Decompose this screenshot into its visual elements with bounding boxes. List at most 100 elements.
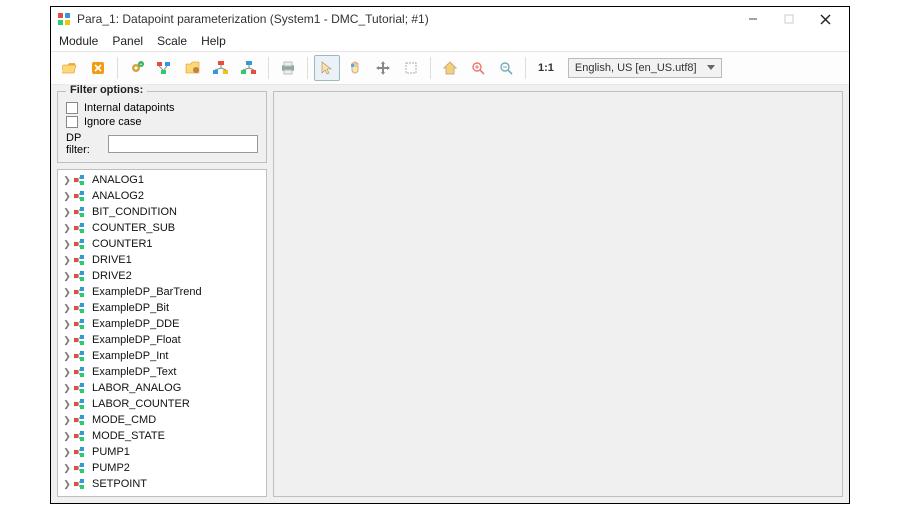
expand-icon: ❯ [62, 303, 72, 314]
scale-1to1-button[interactable]: 1:1 [532, 55, 560, 81]
menu-module[interactable]: Module [59, 34, 98, 48]
tree-node-label: LABOR_COUNTER [92, 398, 190, 410]
open-button[interactable] [57, 55, 83, 81]
minimize-button[interactable] [735, 7, 771, 31]
close-button[interactable] [807, 7, 843, 31]
tree-node[interactable]: ❯COUNTER_SUB [62, 220, 266, 236]
zoom-in-button[interactable] [465, 55, 491, 81]
checkbox-icon [66, 116, 78, 128]
menu-panel[interactable]: Panel [112, 34, 143, 48]
svg-text:+: + [140, 62, 143, 68]
menu-scale[interactable]: Scale [157, 34, 187, 48]
tree-node[interactable]: ❯ExampleDP_Float [62, 332, 266, 348]
maximize-button[interactable] [771, 7, 807, 31]
chevron-down-icon [697, 65, 715, 71]
zoom-in-icon [471, 61, 485, 75]
tree-node-label: DRIVE2 [92, 270, 132, 282]
tree-node-label: ExampleDP_Text [92, 366, 176, 378]
tree-node[interactable]: ❯ANALOG1 [62, 172, 266, 188]
datapoint-type-icon [74, 270, 90, 282]
datapoint-type-icon [74, 302, 90, 314]
expand-icon: ❯ [62, 191, 72, 202]
tree-node[interactable]: ❯MODE_STATE [62, 428, 266, 444]
language-select[interactable]: English, US [en_US.utf8] [568, 58, 722, 78]
datapoint-tree[interactable]: ❯ANALOG1❯ANALOG2❯BIT_CONDITION❯COUNTER_S… [57, 169, 267, 497]
zoom-out-icon [499, 61, 513, 75]
dp-tree-button[interactable] [152, 55, 178, 81]
tree-node[interactable]: ❯ExampleDP_Text [62, 364, 266, 380]
new-dp-button[interactable]: + [124, 55, 150, 81]
tree-node-label: ExampleDP_DDE [92, 318, 179, 330]
folder-open-icon [62, 61, 78, 75]
expand-icon: ❯ [62, 255, 72, 266]
tree-node[interactable]: ❯ExampleDP_Bit [62, 300, 266, 316]
content-area: Filter options: Internal datapoints Igno… [51, 85, 849, 503]
expand-icon: ❯ [62, 351, 72, 362]
tree-node[interactable]: ❯BIT_CONDITION [62, 204, 266, 220]
pointer-tool-button[interactable] [314, 55, 340, 81]
tree-node[interactable]: ❯LABOR_ANALOG [62, 380, 266, 396]
datapoint-type-icon [74, 446, 90, 458]
hand-tool-button[interactable] [342, 55, 368, 81]
hierarchy-edit-button[interactable] [208, 55, 234, 81]
close-panel-button[interactable] [85, 55, 111, 81]
tree-node[interactable]: ❯ PUMP1 [62, 444, 266, 460]
crop-icon [404, 61, 418, 75]
tree-node[interactable]: ❯PUMP2 [62, 460, 266, 476]
expand-icon: ❯ [62, 383, 72, 394]
tree-node[interactable]: ❯SETPOINT [62, 476, 266, 492]
menu-help[interactable]: Help [201, 34, 226, 48]
tree-node-label: MODE_STATE [92, 430, 165, 442]
tree-node[interactable]: ❯ LABOR_COUNTER [62, 396, 266, 412]
tree-node[interactable]: ❯MODE_CMD [62, 412, 266, 428]
print-button[interactable] [275, 55, 301, 81]
app-window: Para_1: Datapoint parameterization (Syst… [50, 6, 850, 504]
datapoint-type-icon [74, 462, 90, 474]
expand-icon: ❯ [62, 287, 72, 298]
move-icon [376, 61, 390, 75]
checkbox-icon [66, 102, 78, 114]
tree-node[interactable]: ❯ExampleDP_DDE [62, 316, 266, 332]
datapoint-type-icon [74, 286, 90, 298]
expand-icon: ❯ [62, 399, 72, 410]
datapoint-type-icon [74, 254, 90, 266]
expand-icon: ❯ [62, 239, 72, 250]
hand-icon [348, 61, 362, 75]
sidebar: Filter options: Internal datapoints Igno… [57, 91, 267, 497]
tree-node[interactable]: ❯ExampleDP_BarTrend [62, 284, 266, 300]
tree-node-label: SETPOINT [92, 478, 147, 490]
datapoint-type-icon [74, 398, 90, 410]
internal-datapoints-option[interactable]: Internal datapoints [66, 102, 258, 114]
filter-legend: Filter options: [66, 84, 147, 96]
datapoint-type-icon [74, 318, 90, 330]
zoom-out-button[interactable] [493, 55, 519, 81]
bulk-edit-button[interactable] [180, 55, 206, 81]
expand-icon: ❯ [62, 223, 72, 234]
home-view-button[interactable] [437, 55, 463, 81]
toolbar: + 1:1 English, US [en_US.utf8] [51, 51, 849, 85]
dp-filter-input[interactable] [108, 135, 258, 153]
tree-node[interactable]: ❯ANALOG2 [62, 188, 266, 204]
tree-node[interactable]: ❯COUNTER1 [62, 236, 266, 252]
expand-icon: ❯ [62, 463, 72, 474]
tree-node[interactable]: ❯DRIVE1 [62, 252, 266, 268]
dp-filter-label: DP filter: [66, 132, 104, 156]
hierarchy-view-button[interactable] [236, 55, 262, 81]
crop-tool-button[interactable] [398, 55, 424, 81]
folder-gear-icon [185, 61, 201, 75]
expand-icon: ❯ [62, 447, 72, 458]
language-select-label: English, US [en_US.utf8] [575, 62, 697, 74]
cursor-icon [320, 61, 334, 75]
ignore-case-label: Ignore case [84, 116, 141, 128]
tree-node-label: BIT_CONDITION [92, 206, 177, 218]
datapoint-type-icon [74, 478, 90, 490]
tree-node[interactable]: ❯DRIVE2 [62, 268, 266, 284]
tree-node-label: PUMP1 [92, 446, 130, 458]
datapoint-type-icon [74, 414, 90, 426]
move-tool-button[interactable] [370, 55, 396, 81]
tree-node[interactable]: ❯ExampleDP_Int [62, 348, 266, 364]
gear-new-icon: + [129, 60, 145, 76]
ignore-case-option[interactable]: Ignore case [66, 116, 258, 128]
home-icon [443, 61, 457, 75]
app-icon [57, 12, 71, 26]
